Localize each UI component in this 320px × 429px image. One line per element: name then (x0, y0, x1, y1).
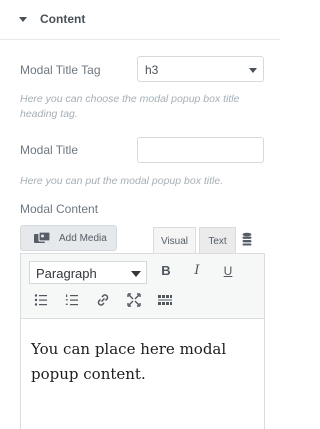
tab-text[interactable]: Text (199, 227, 236, 253)
editor-content-text: You can place here modal popup content. (31, 340, 227, 383)
underline-button[interactable]: U (219, 262, 237, 280)
fullscreen-icon[interactable] (125, 291, 143, 309)
modal-title-tag-value: h3 (145, 63, 159, 77)
chevron-down-icon (249, 68, 257, 73)
bold-button[interactable]: B (157, 262, 175, 280)
tab-visual-label: Visual (160, 236, 189, 247)
section-title: Content (40, 12, 86, 26)
modal-title-tag-label: Modal Title Tag (20, 63, 101, 77)
media-icon (33, 231, 51, 246)
modal-title-input[interactable] (137, 137, 264, 163)
toolbar-toggle-icon[interactable] (156, 291, 174, 309)
format-select[interactable]: Paragraph (29, 261, 147, 284)
editor-content-area[interactable]: You can place here modal popup content. (21, 319, 264, 429)
modal-title-label: Modal Title (20, 143, 79, 157)
add-media-button[interactable]: Add Media (20, 225, 117, 251)
numbered-list-icon[interactable] (63, 291, 81, 309)
chevron-down-icon (131, 271, 141, 277)
italic-button[interactable]: I (188, 262, 206, 280)
modal-content-label: Modal Content (20, 202, 99, 216)
wysiwyg-editor: Paragraph B I U You can place here modal… (20, 253, 265, 429)
link-icon[interactable] (94, 291, 112, 309)
editor-toolbar: Paragraph B I U (21, 254, 264, 319)
section-header-content[interactable]: Content (0, 0, 280, 40)
bullet-list-icon[interactable] (32, 291, 50, 309)
modal-title-description: Here you can put the modal popup box tit… (20, 175, 224, 187)
modal-title-tag-description: Here you can choose the modal popup box … (20, 93, 240, 120)
caret-down-icon (19, 17, 27, 22)
tab-text-label: Text (208, 236, 227, 247)
format-value: Paragraph (36, 266, 97, 281)
tab-visual[interactable]: Visual (153, 227, 196, 253)
database-icon[interactable] (238, 231, 256, 247)
add-media-label: Add Media (59, 233, 107, 244)
modal-title-tag-select[interactable]: h3 (137, 56, 264, 82)
